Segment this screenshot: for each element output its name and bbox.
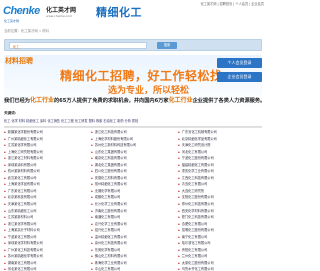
banner-headline: 精细化工招聘，好工作轻松找 xyxy=(60,69,223,83)
job-column-1: 新疆某化学股份有限公司广州某精细化工有限公司江苏某化学有限公司上海化工研究院有限… xyxy=(4,129,88,271)
intro-prefix: 我们已经为 xyxy=(4,98,30,104)
intro-highlight-1: 化工行业 xyxy=(29,97,54,104)
search-button[interactable]: 搜索 xyxy=(157,42,177,49)
job-column-3: 广东省化工机械有限公司北京精细化学品有限公司天津化工研究设计院河北化工有限公司宁… xyxy=(178,129,262,271)
search-input[interactable]: 化工 xyxy=(9,42,147,49)
keywords-label: 关键词： xyxy=(4,111,19,115)
top-links[interactable]: 化工英才网 | 招聘首页 | 个人会员 | 企业会员 xyxy=(140,1,265,6)
job-column-2: 浙江化工科技有限公司上海化学材料股份有限公司苏州化工新材料科技有限公司山东化工集… xyxy=(91,129,175,271)
job-list: 新疆某化学股份有限公司广州某精细化工有限公司江苏某化学有限公司上海化工研究院有限… xyxy=(4,126,262,271)
banner-title: 材料招聘 xyxy=(5,57,33,65)
intro-mid: 的65万人提供了免费的求职机会，并向国内6万家 xyxy=(53,98,169,104)
company-login-button[interactable]: 企业会员登录 xyxy=(217,72,262,82)
site-cn-name: 化工英才网 xyxy=(46,7,77,14)
logo-sub: 化工英才网 xyxy=(4,19,20,23)
search-bar: 化工 搜索 xyxy=(4,39,262,51)
site-url: www.chenke.com xyxy=(46,14,73,18)
intro-highlight-2: 化工行业 xyxy=(168,97,193,104)
breadcrumb[interactable]: 当前位置：化工英才网 » 材料 xyxy=(4,28,124,33)
intro-suffix: 企业提供了各类人力资源服务。 xyxy=(192,98,266,104)
intro-text: 我们已经为化工行业的65万人提供了免费的求职机会，并向国内6万家化工行业企业提供… xyxy=(4,95,266,104)
job-link[interactable]: 河北某化工有限公司 xyxy=(4,266,88,271)
job-link[interactable]: 乌鲁木齐化工有限公司 xyxy=(178,266,262,271)
keyword-links[interactable]: 化工 化学 材料 精细化工 涂料 化工销售 化工工程 化工研发 塑料 橡胶 石油… xyxy=(4,118,264,123)
channel-title: 精细化工 xyxy=(96,6,142,19)
logo-text: Chenke xyxy=(3,5,40,17)
job-link[interactable]: 中山化工有限公司 xyxy=(91,266,175,271)
personal-login-button[interactable]: 个人会员登录 xyxy=(217,58,262,68)
divider xyxy=(4,127,262,128)
